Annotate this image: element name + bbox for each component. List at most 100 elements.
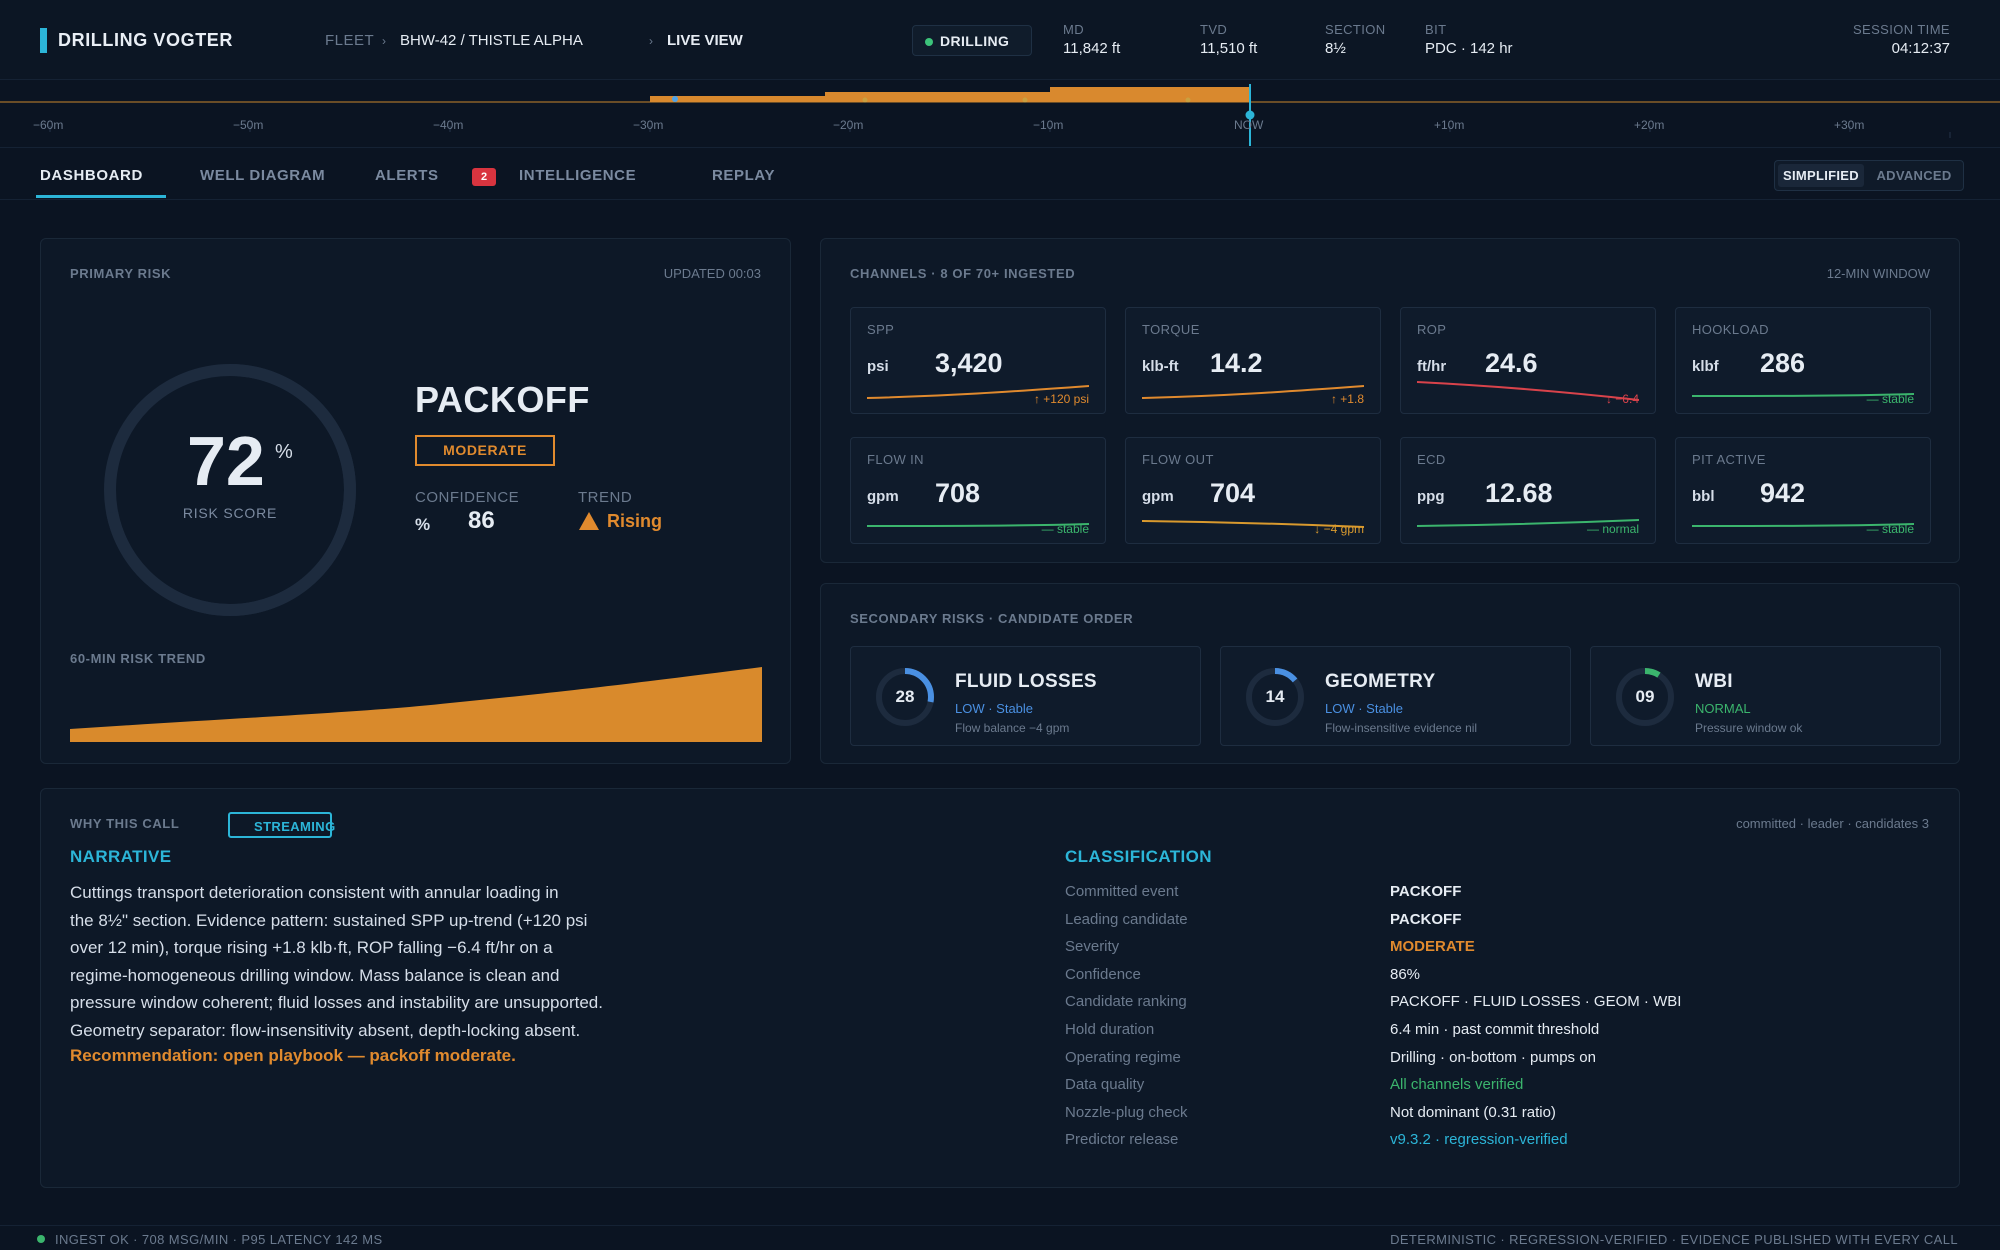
secondary-risk-name: GEOMETRY	[1325, 671, 1436, 692]
timeline-tick: −50m	[233, 118, 264, 132]
event-marker	[1185, 97, 1191, 103]
breadcrumb-live-view[interactable]: LIVE VIEW	[667, 32, 743, 49]
classification-value: 86%	[1390, 965, 1421, 983]
secondary-risk-card-geometry[interactable]: 14 GEOMETRY LOW · Stable Flow-insensitive e…	[1220, 646, 1571, 746]
timeline-tick: −30m	[633, 118, 664, 132]
timeline-scrubber[interactable]: −60m −50m −40m −30m −20m −10m NOW +10m +…	[0, 80, 2000, 148]
secondary-risk-score: 28	[895, 687, 915, 706]
session-time-value: 04:12:37	[1891, 40, 1950, 57]
streaming-icon	[234, 819, 244, 831]
narrative-line: regime-homogeneous drilling window. Mass…	[70, 965, 560, 985]
narrative-line: pressure window coherent; fluid losses a…	[70, 993, 603, 1012]
channel-card-hookload[interactable]: HOOKLOAD klbf 286— stable	[1675, 307, 1931, 414]
channel-trend-note: — normal	[1586, 522, 1639, 536]
timeline-tick: −40m	[433, 118, 464, 132]
panel-title: CHANNELS · 8 OF 70+ INGESTED	[850, 266, 1076, 281]
channel-trend-note: ↓ −4 gpm	[1314, 522, 1364, 536]
timeline-tick: −60m	[33, 118, 64, 132]
tab-dashboard[interactable]: DASHBOARD	[40, 167, 143, 184]
classification-value: Not dominant (0.31 ratio)	[1390, 1103, 1556, 1121]
classification-label: Operating regime	[1065, 1048, 1181, 1066]
tab-intelligence[interactable]: INTELLIGENCE	[519, 167, 636, 184]
classification-value: MODERATE	[1390, 938, 1475, 956]
secondary-risk-note: Flow balance −4 gpm	[955, 721, 1070, 735]
classification-label: Confidence	[1065, 965, 1141, 983]
channel-card-pit-active[interactable]: PIT ACTIVE bbl 942— stable	[1675, 437, 1931, 544]
risk-trend-chart	[70, 667, 762, 742]
risk-trend-title: 60-MIN RISK TREND	[70, 651, 206, 666]
channel-card-rop[interactable]: ROP ft/hr 24.6 ↓ −6.4	[1400, 307, 1656, 414]
header-stat-value: 11,842 ft	[1063, 40, 1121, 57]
secondary-risk-name: FLUID LOSSES	[955, 671, 1097, 692]
tab-replay[interactable]: REPLAY	[712, 167, 775, 184]
event-marker	[1022, 97, 1028, 103]
narrative-text: Cuttings transport deterioration consist…	[70, 879, 690, 1044]
risk-score-unit: %	[275, 441, 293, 463]
session-time-label: SESSION TIME	[1852, 22, 1950, 37]
panel-title: PRIMARY RISK	[70, 266, 172, 281]
classification-value: PACKOFF · FLUID LOSSES · GEOM · WBI	[1390, 993, 1682, 1011]
streaming-badge: STREAMING	[228, 812, 335, 838]
classification-value: All channels verified	[1390, 1076, 1524, 1094]
timeline-track[interactable]	[0, 80, 2000, 148]
breadcrumb-well[interactable]: BHW-42 / THISTLE ALPHA	[400, 32, 583, 49]
confidence-label: CONFIDENCE	[415, 489, 520, 506]
secondary-risk-score: 14	[1265, 687, 1285, 706]
narrative-title: NARRATIVE	[70, 847, 172, 866]
timeline-tick: +20m	[1634, 118, 1665, 132]
header-stat-value: PDC · 142 hr	[1425, 40, 1513, 57]
classification-label: Committed event	[1065, 883, 1179, 900]
header-stat-label: BIT	[1425, 22, 1447, 37]
channel-card-torque[interactable]: TORQUE klb-ft 14.2 ↑ +1.8	[1125, 307, 1381, 414]
channel-name: TORQUE	[1142, 322, 1200, 337]
primary-event-name: PACKOFF	[415, 379, 590, 420]
simplified-mode-button[interactable]: SIMPLIFIED	[1778, 164, 1864, 187]
chevron-right-icon: ›	[382, 34, 386, 48]
secondary-risk-card-wbi[interactable]: 09 WBI NORMAL Pressure window ok	[1590, 646, 1941, 746]
footer-right-text: DETERMINISTIC · REGRESSION-VERIFIED · EV…	[1390, 1232, 1958, 1247]
primary-risk-panel: PRIMARY RISK UPDATED 00:03 72 % RISK SCO…	[40, 238, 791, 764]
risk-band	[650, 87, 1250, 102]
confidence-unit: %	[415, 515, 431, 534]
channel-trend-note: — stable	[1041, 522, 1089, 536]
channel-name: PIT ACTIVE	[1692, 452, 1766, 467]
channel-card-flow-out[interactable]: FLOW OUT gpm 704 ↓ −4 gpm	[1125, 437, 1381, 544]
secondary-risk-note: Flow-insensitive evidence nil	[1325, 721, 1478, 735]
risk-score-value: 72	[187, 422, 265, 500]
advanced-mode-button[interactable]: ADVANCED	[1870, 164, 1958, 187]
risk-trend-area	[70, 667, 762, 742]
panel-title: WHY THIS CALL	[70, 816, 180, 831]
channel-trend-note: ↑ +1.8	[1330, 392, 1364, 406]
timeline-tick: +30m	[1834, 118, 1865, 132]
timeline-tick: −20m	[833, 118, 864, 132]
header-stat-value: 11,510 ft	[1200, 40, 1258, 57]
channel-name: ECD	[1417, 452, 1446, 467]
classification-label: Predictor release	[1065, 1131, 1179, 1149]
secondary-risk-card-fluid-losses[interactable]: 28 FLUID LOSSES LOW · Stable Flow balance −…	[850, 646, 1201, 746]
channel-card-ecd[interactable]: ECD ppg 12.68— normal	[1400, 437, 1656, 544]
classification-value: PACKOFF	[1390, 910, 1462, 928]
main-tabs: DASHBOARD WELL DIAGRAM ALERTS 2 INTELLIG…	[0, 148, 2000, 200]
classification-label: Data quality	[1065, 1076, 1145, 1094]
classification-label: Candidate ranking	[1065, 993, 1187, 1011]
classification-value: Drilling · on-bottom · pumps on	[1390, 1048, 1596, 1066]
trend-value: Rising	[607, 511, 663, 531]
tab-well-diagram[interactable]: WELL DIAGRAM	[200, 167, 325, 184]
channel-name: FLOW OUT	[1142, 452, 1214, 467]
classification-label: Leading candidate	[1065, 910, 1188, 928]
active-tab-indicator	[36, 195, 166, 198]
narrative-line: Cuttings transport deterioration consist…	[70, 883, 559, 902]
narrative-line: Geometry separator: flow-insensitivity a…	[70, 1020, 581, 1040]
risk-score-label: RISK SCORE	[182, 505, 278, 521]
channel-card-flow-in[interactable]: FLOW IN gpm 708— stable	[850, 437, 1106, 544]
chevron-right-icon: ›	[649, 34, 653, 48]
channel-card-spp[interactable]: SPP psi 3,420 ↑ +120 psi	[850, 307, 1106, 414]
breadcrumb-fleet[interactable]: FLEET	[325, 32, 374, 49]
header-stat-bit: BIT PDC · 142 hr	[1425, 22, 1513, 57]
tab-alerts[interactable]: ALERTS	[375, 167, 439, 184]
secondary-risk-name: WBI	[1695, 671, 1733, 692]
channel-name: FLOW IN	[867, 452, 924, 467]
channel-trend-note: — stable	[1866, 522, 1914, 536]
channel-name: HOOKLOAD	[1692, 322, 1769, 337]
header-stat-label: SECTION	[1325, 22, 1386, 37]
